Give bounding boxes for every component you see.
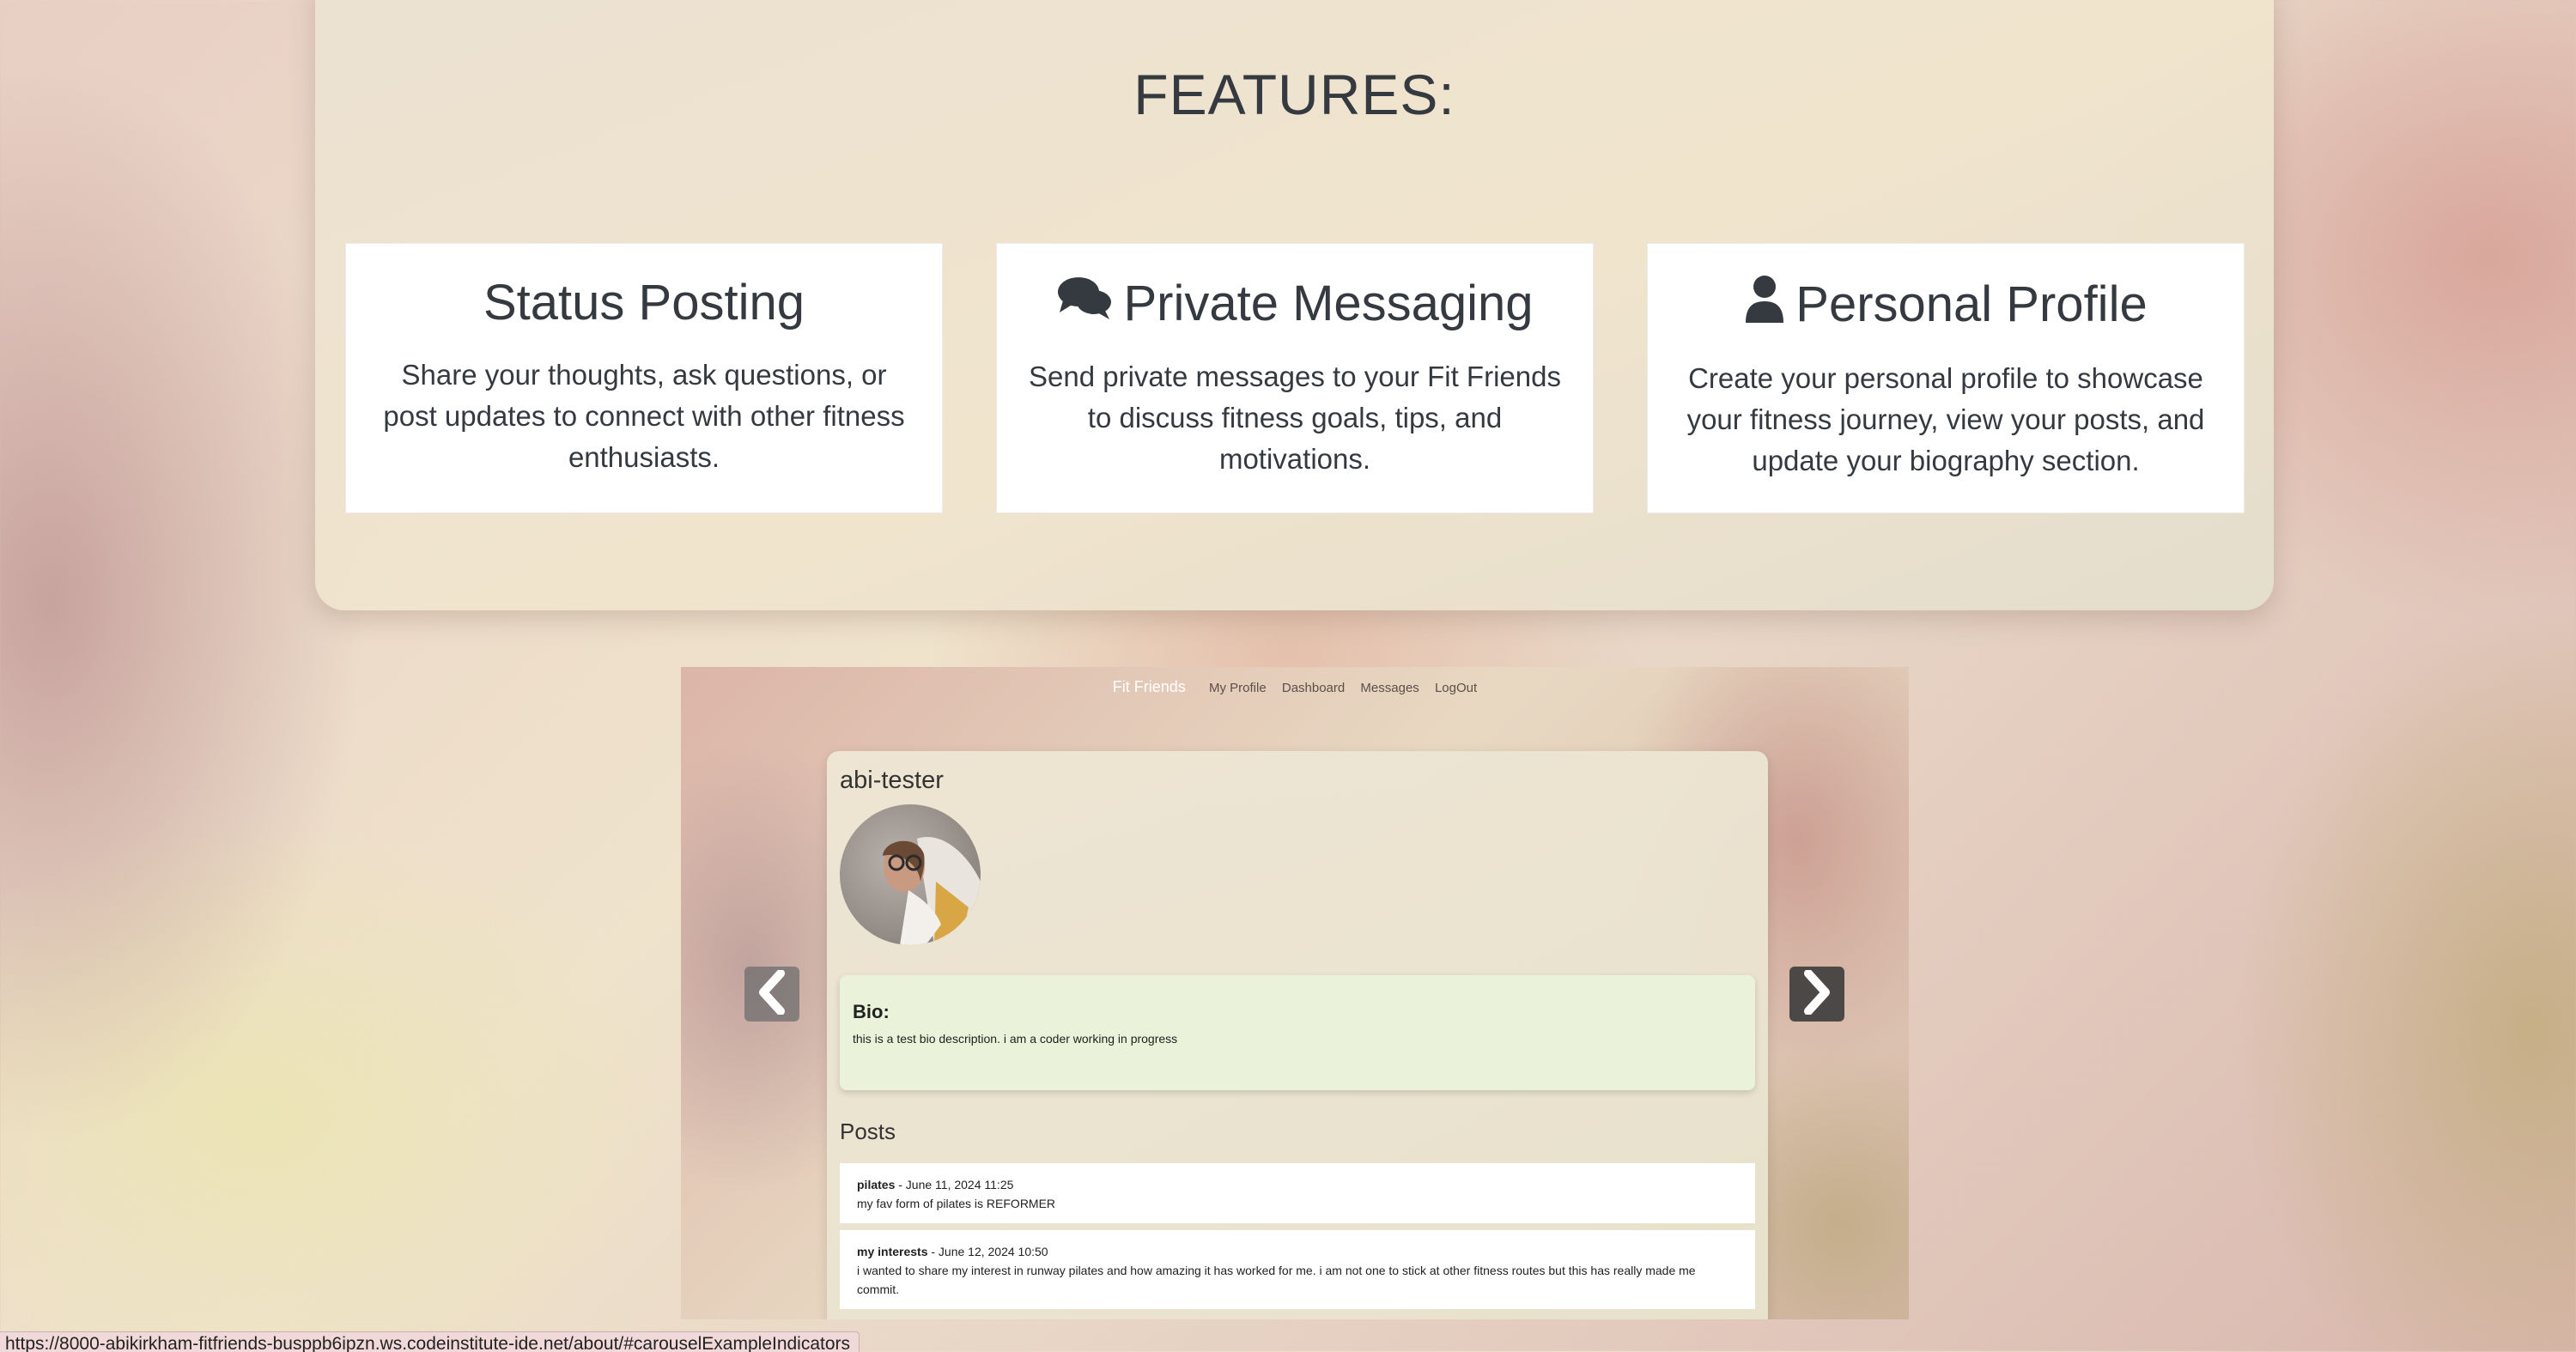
post-item: my interests - June 12, 2024 10:50 i wan… (840, 1230, 1755, 1309)
carousel-prev-button[interactable] (744, 967, 799, 1022)
preview-nav-my-profile: My Profile (1209, 681, 1267, 695)
preview-navbar: Fit Friends My Profile Dashboard Message… (681, 678, 1909, 696)
feature-card-private-messaging: Private Messaging Send private messages … (996, 243, 1594, 513)
posts-heading: Posts (840, 1119, 896, 1144)
feature-description: Send private messages to your Fit Friend… (1029, 360, 1561, 475)
features-section: FEATURES: Status Posting Share your thou… (315, 0, 2274, 610)
post-body: my fav form of pilates is REFORMER (857, 1197, 1056, 1210)
post-item: pilates - June 11, 2024 11:25 my fav for… (840, 1163, 1755, 1223)
feature-card-status-posting: Status Posting Share your thoughts, ask … (345, 243, 943, 513)
features-title: FEATURES: (1133, 63, 1455, 126)
feature-title: Status Posting (483, 275, 805, 330)
preview-brand: Fit Friends (1112, 678, 1186, 695)
feature-description: Create your personal profile to showcase… (1686, 361, 2205, 476)
feature-title: Private Messaging (1028, 275, 1562, 334)
preview-profile-card: abi-tester Bio: this is a test bio descr… (827, 751, 1768, 1319)
profile-username: abi-tester (840, 767, 944, 794)
avatar (840, 804, 981, 945)
status-bar-url: https://8000-abikirkham-fitfriends-buspp… (0, 1331, 860, 1352)
post-title: pilates (857, 1178, 896, 1191)
post-date: - June 11, 2024 11:25 (895, 1178, 1014, 1191)
chevron-right-icon (1800, 968, 1834, 1019)
comments-icon (1056, 275, 1113, 334)
carousel-next-button[interactable] (1789, 967, 1844, 1022)
post-body: i wanted to share my interest in runway … (857, 1264, 1696, 1296)
user-icon (1744, 275, 1785, 336)
screenshot-carousel[interactable]: Fit Friends My Profile Dashboard Message… (681, 667, 1909, 1319)
bio-heading: Bio: (853, 1001, 890, 1022)
post-title: my interests (857, 1245, 928, 1258)
feature-title: Personal Profile (1679, 275, 2213, 336)
bio-box: Bio: this is a test bio description. i a… (840, 975, 1755, 1090)
chevron-left-icon (755, 968, 789, 1019)
preview-nav-dashboard: Dashboard (1281, 681, 1346, 695)
bio-text: this is a test bio description. i am a c… (853, 1032, 1178, 1046)
feature-description: Share your thoughts, ask questions, or p… (383, 358, 905, 473)
preview-nav-logout: LogOut (1434, 681, 1478, 695)
feature-card-personal-profile: Personal Profile Create your personal pr… (1647, 243, 2245, 513)
post-date: - June 12, 2024 10:50 (927, 1245, 1048, 1258)
preview-nav-messages: Messages (1360, 681, 1419, 695)
